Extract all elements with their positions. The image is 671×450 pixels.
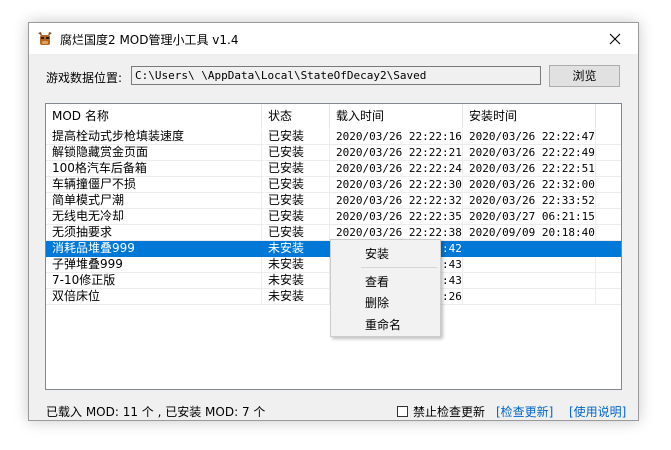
check-update-link[interactable]: [检查更新] bbox=[496, 403, 553, 420]
mod-install-time: 2020/03/26 22:22:51 bbox=[463, 161, 596, 176]
column-header-install-time[interactable]: 安装时间 bbox=[463, 104, 596, 128]
mod-install-time: 2020/03/26 22:33:52 bbox=[463, 193, 596, 208]
table-row[interactable]: 简单模式尸潮 已安装 2020/03/26 22:22:32 2020/03/26 2… bbox=[46, 193, 621, 209]
mod-name: 消耗品堆叠999 bbox=[46, 241, 262, 256]
mod-name: 100格汽车后备箱 bbox=[46, 161, 262, 176]
mod-name: 提高栓动式步枪填装速度 bbox=[46, 129, 262, 144]
mod-load-time: 2020/03/26 22:22:38 bbox=[330, 225, 463, 240]
mod-status: 未安装 bbox=[262, 241, 330, 256]
data-path-label: 游戏数据位置: bbox=[46, 71, 123, 85]
menu-separator bbox=[361, 267, 437, 268]
mod-name: 7-10修正版 bbox=[46, 273, 262, 288]
mod-install-time: 2020/03/27 06:21:15 bbox=[463, 209, 596, 224]
disable-update-check-option[interactable]: 禁止检查更新 bbox=[397, 403, 485, 420]
mod-install-time bbox=[463, 273, 596, 288]
context-menu: 安装 查看 删除 重命名 bbox=[330, 239, 441, 337]
column-header-name[interactable]: MOD 名称 bbox=[46, 104, 262, 128]
app-window: 腐烂国度2 MOD管理小工具 v1.4 游戏数据位置: C:\Users\ \A… bbox=[28, 22, 639, 421]
mod-name: 简单模式尸潮 bbox=[46, 193, 262, 208]
mod-install-time bbox=[463, 257, 596, 272]
close-icon bbox=[609, 33, 621, 44]
mod-status: 已安装 bbox=[262, 161, 330, 176]
list-header: MOD 名称 状态 载入时间 安装时间 bbox=[46, 104, 621, 128]
mod-name: 车辆撞僵尸不损 bbox=[46, 177, 262, 192]
mod-name: 解锁隐藏赏金页面 bbox=[46, 145, 262, 160]
menu-item-delete[interactable]: 删除 bbox=[331, 293, 440, 313]
mod-install-time bbox=[463, 289, 596, 304]
table-row[interactable]: 车辆撞僵尸不损 已安装 2020/03/26 22:22:30 2020/03/26 … bbox=[46, 177, 621, 193]
column-header-status[interactable]: 状态 bbox=[262, 104, 330, 128]
mod-status: 已安装 bbox=[262, 225, 330, 240]
disable-update-checkbox[interactable] bbox=[397, 406, 408, 417]
table-row[interactable]: 解锁隐藏赏金页面 已安装 2020/03/26 22:22:21 2020/03/26… bbox=[46, 145, 621, 161]
mod-load-time: 2020/03/26 22:22:21 bbox=[330, 145, 463, 160]
mod-load-time: 2020/03/26 22:22:24 bbox=[330, 161, 463, 176]
mod-load-time: 2020/03/26 22:22:35 bbox=[330, 209, 463, 224]
disable-update-check-label: 禁止检查更新 bbox=[413, 405, 486, 419]
close-button[interactable] bbox=[592, 23, 638, 54]
table-row[interactable]: 无线电无冷却 已安装 2020/03/26 22:22:35 2020/03/27 0… bbox=[46, 209, 621, 225]
mod-install-time: 2020/03/26 22:22:49 bbox=[463, 145, 596, 160]
menu-item-rename[interactable]: 重命名 bbox=[331, 315, 440, 335]
bull-head-icon bbox=[37, 31, 53, 47]
mod-name: 无线电无冷却 bbox=[46, 209, 262, 224]
mod-status: 已安装 bbox=[262, 177, 330, 192]
mod-name: 无须抽要求 bbox=[46, 225, 262, 240]
help-link[interactable]: [使用说明] bbox=[569, 403, 626, 420]
table-row[interactable]: 提高栓动式步枪填装速度 已安装 2020/03/26 22:22:16 2020/03… bbox=[46, 129, 621, 145]
column-header-load-time[interactable]: 载入时间 bbox=[330, 104, 463, 128]
mod-load-time: 2020/03/26 22:22:32 bbox=[330, 193, 463, 208]
mod-status: 未安装 bbox=[262, 273, 330, 288]
mod-install-time: 2020/03/26 22:32:00 bbox=[463, 177, 596, 192]
mod-install-time: 2020/03/26 22:22:47 bbox=[463, 129, 596, 144]
mod-count-summary: 已载入 MOD: 11 个 , 已安装 MOD: 7 个 bbox=[46, 405, 266, 419]
title-bar[interactable]: 腐烂国度2 MOD管理小工具 v1.4 bbox=[29, 23, 638, 54]
mod-install-time: 2020/09/09 20:18:40 bbox=[463, 225, 596, 240]
mod-status: 已安装 bbox=[262, 209, 330, 224]
mod-name: 子弹堆叠999 bbox=[46, 257, 262, 272]
mod-name: 双倍床位 bbox=[46, 289, 262, 304]
mod-load-time: 2020/03/26 22:22:30 bbox=[330, 177, 463, 192]
mod-status: 未安装 bbox=[262, 257, 330, 272]
menu-item-view[interactable]: 查看 bbox=[331, 272, 440, 292]
menu-item-install[interactable]: 安装 bbox=[331, 244, 440, 264]
mod-load-time: 2020/03/26 22:22:16 bbox=[330, 129, 463, 144]
window-title: 腐烂国度2 MOD管理小工具 v1.4 bbox=[60, 33, 239, 47]
mod-status: 未安装 bbox=[262, 289, 330, 304]
table-row[interactable]: 100格汽车后备箱 已安装 2020/03/26 22:22:24 2020/03/2… bbox=[46, 161, 621, 177]
mod-status: 已安装 bbox=[262, 129, 330, 144]
mod-status: 已安装 bbox=[262, 193, 330, 208]
data-path-field[interactable]: C:\Users\ \AppData\Local\StateOfDecay2\S… bbox=[131, 66, 541, 85]
mod-status: 已安装 bbox=[262, 145, 330, 160]
browse-button[interactable]: 浏览 bbox=[549, 65, 620, 87]
mod-install-time bbox=[463, 241, 596, 256]
